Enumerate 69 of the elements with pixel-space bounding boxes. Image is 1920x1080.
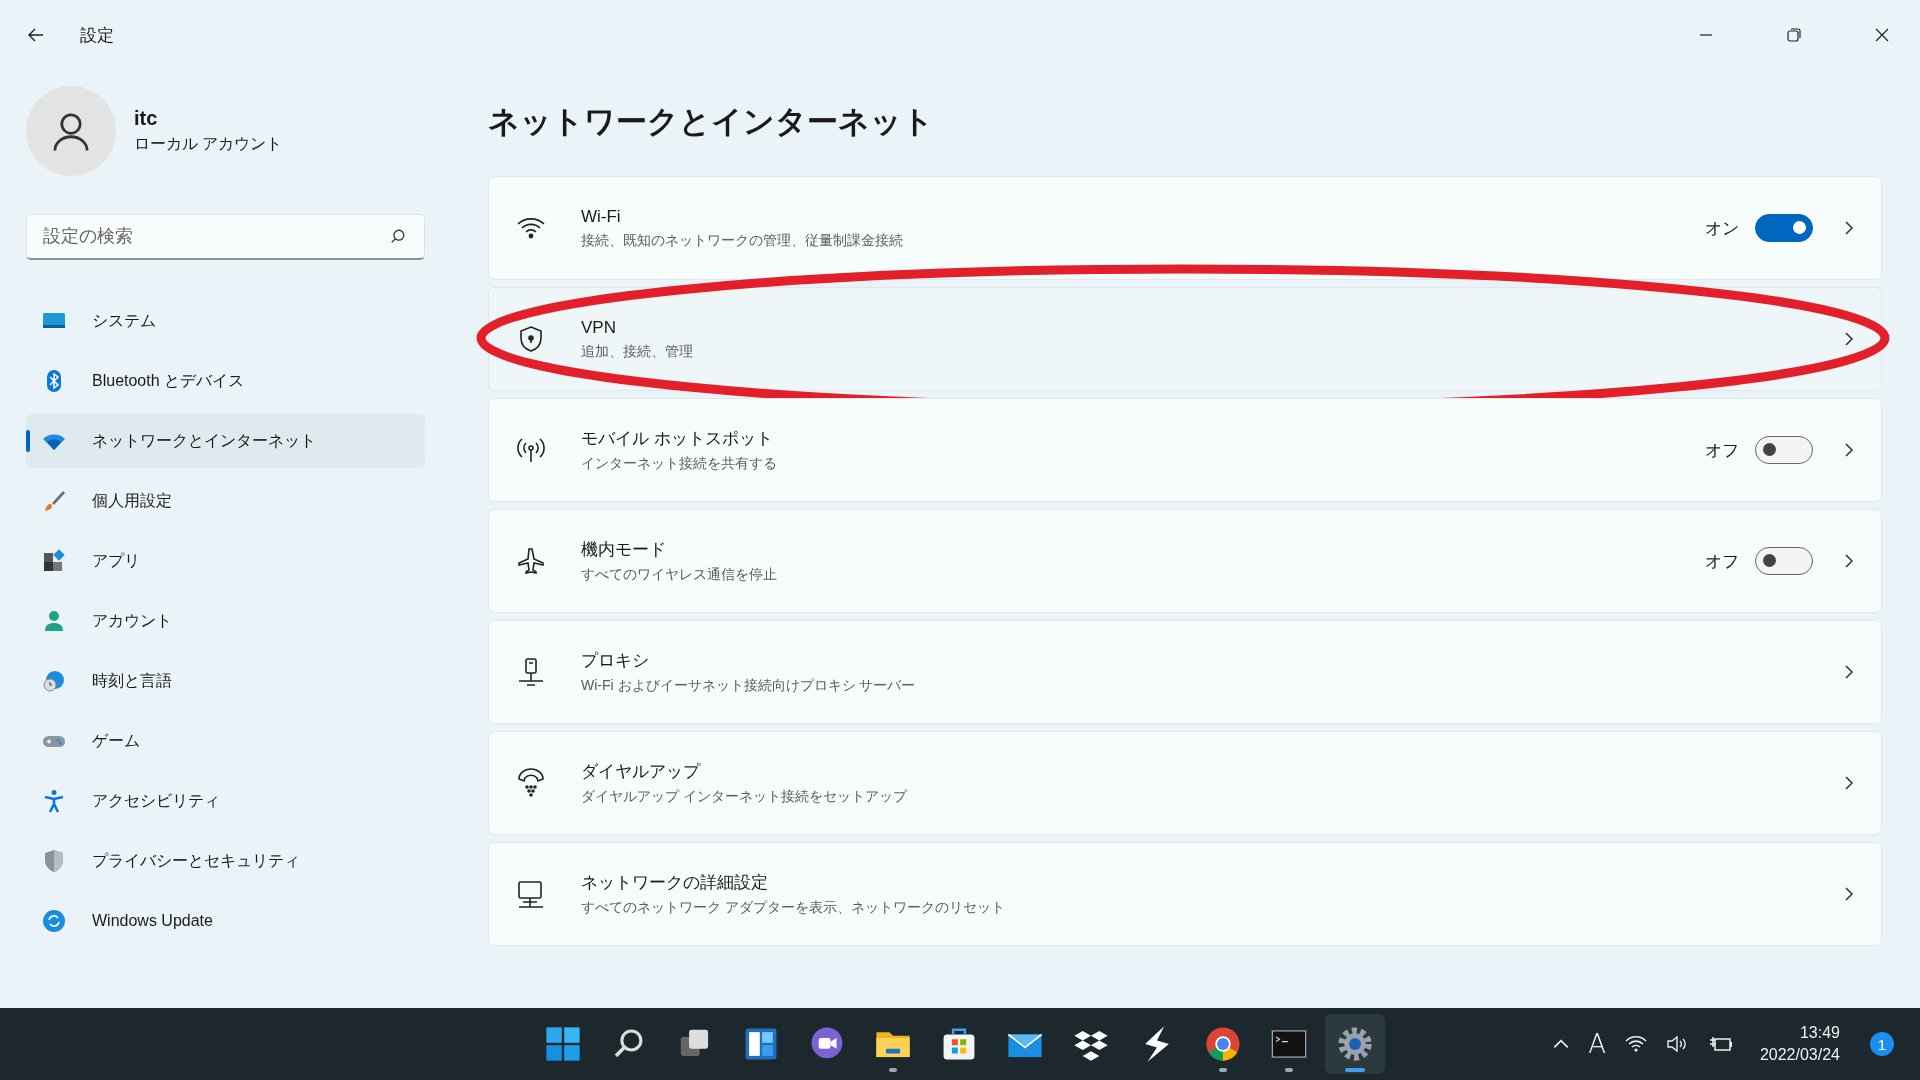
globe-clock-icon — [42, 669, 66, 693]
settings-row[interactable]: ネットワークの詳細設定 すべてのネットワーク アダプターを表示、ネットワークのリセット — [488, 842, 1882, 946]
dialup-icon — [515, 767, 547, 799]
chevron-right-icon — [1843, 886, 1855, 902]
settings-row[interactable]: VPN 追加、接続、管理 — [488, 287, 1882, 391]
row-title: プロキシ — [581, 650, 650, 672]
chevron-right-icon — [1843, 220, 1855, 236]
settings-row[interactable]: プロキシ Wi-Fi およびイーサネット接続向けプロキシ サーバー — [488, 620, 1882, 724]
toggle-state-label: オフ — [1705, 550, 1739, 573]
row-description: 追加、接続、管理 — [581, 342, 694, 361]
sidebar-item[interactable]: ネットワークとインターネット — [26, 414, 425, 468]
person-icon — [42, 609, 66, 633]
sidebar-item[interactable]: アプリ — [26, 534, 425, 588]
window-title: 設定 — [80, 24, 114, 47]
toggle-switch[interactable] — [1755, 547, 1813, 575]
account-type: ローカル アカウント — [134, 134, 283, 154]
chevron-right-icon — [1843, 331, 1855, 347]
sidebar-item[interactable]: アクセシビリティ — [26, 774, 425, 828]
wifi-icon[interactable] — [1623, 1034, 1648, 1054]
page-title: ネットワークとインターネット — [488, 103, 935, 141]
row-description: ダイヤルアップ インターネット接続をセットアップ — [581, 788, 909, 806]
row-title: 機内モード — [581, 539, 667, 561]
toggle-state-label: オフ — [1705, 439, 1739, 462]
row-title: モバイル ホットスポット — [581, 428, 774, 450]
row-description: 接続、既知のネットワークの管理、従量制課金接続 — [581, 231, 904, 250]
row-title: ネットワークの詳細設定 — [581, 872, 769, 894]
row-title: Wi-Fi — [581, 206, 622, 227]
update-icon — [42, 909, 66, 933]
sidebar-item[interactable]: ゲーム — [26, 714, 425, 768]
sidebar-item[interactable]: Windows Update — [26, 894, 425, 948]
chevron-right-icon — [1843, 553, 1855, 569]
account-name: itc — [134, 107, 159, 130]
sidebar-item[interactable]: プライバシーとセキュリティ — [26, 834, 425, 888]
toggle-state-label: オン — [1705, 217, 1739, 240]
ime-indicator[interactable]: A — [1588, 1029, 1606, 1059]
browser-logo-icon — [1204, 1025, 1242, 1063]
row-title: ダイヤルアップ — [581, 761, 702, 783]
row-title: VPN — [581, 317, 617, 338]
search-field[interactable]: 設定の検索 — [26, 214, 425, 260]
four-squares-icon — [544, 1025, 582, 1063]
row-description: すべてのワイヤレス通信を停止 — [581, 566, 778, 584]
row-description: Wi-Fi およびイーサネット接続向けプロキシ サーバー — [581, 677, 917, 695]
settings-row[interactable]: ダイヤルアップ ダイヤルアップ インターネット接続をセットアップ — [488, 731, 1882, 835]
shield-icon — [42, 849, 66, 873]
toggle-switch[interactable] — [1755, 436, 1813, 464]
search-icon — [389, 228, 407, 246]
settings-row[interactable]: Wi-Fi 接続、既知のネットワークの管理、従量制課金接続 オン — [488, 176, 1882, 280]
accessibility-icon — [42, 789, 66, 813]
chevron-right-icon — [1843, 775, 1855, 791]
sidebar-item[interactable]: アカウント — [26, 594, 425, 648]
clock-date[interactable]: 2022/03/24 — [1759, 1044, 1840, 1066]
row-description: インターネット接続を共有する — [581, 455, 778, 473]
sidebar-item[interactable]: Bluetooth とデバイス — [26, 354, 425, 408]
chevron-right-icon — [1843, 442, 1855, 458]
settings-row[interactable]: 機内モード すべてのワイヤレス通信を停止 オフ — [488, 509, 1882, 613]
chevron-right-icon — [1843, 664, 1855, 680]
gear-icon — [1336, 1025, 1374, 1063]
clock-time[interactable]: 13:49 — [1799, 1022, 1840, 1044]
sidebar-item[interactable]: 時刻と言語 — [26, 654, 425, 708]
sidebar-item[interactable]: システム — [26, 294, 425, 348]
row-description: すべてのネットワーク アダプターを表示、ネットワークのリセット — [581, 899, 1006, 917]
sidebar-item[interactable]: 個人用設定 — [26, 474, 425, 528]
toggle-switch[interactable] — [1755, 214, 1813, 242]
apps-icon — [42, 549, 66, 573]
settings-row[interactable]: モバイル ホットスポット インターネット接続を共有する オフ — [488, 398, 1882, 502]
restore-icon[interactable] — [1784, 25, 1804, 45]
brush-icon — [42, 489, 66, 513]
airplane-icon — [515, 545, 547, 577]
battery-charging-icon[interactable] — [1707, 1034, 1734, 1054]
